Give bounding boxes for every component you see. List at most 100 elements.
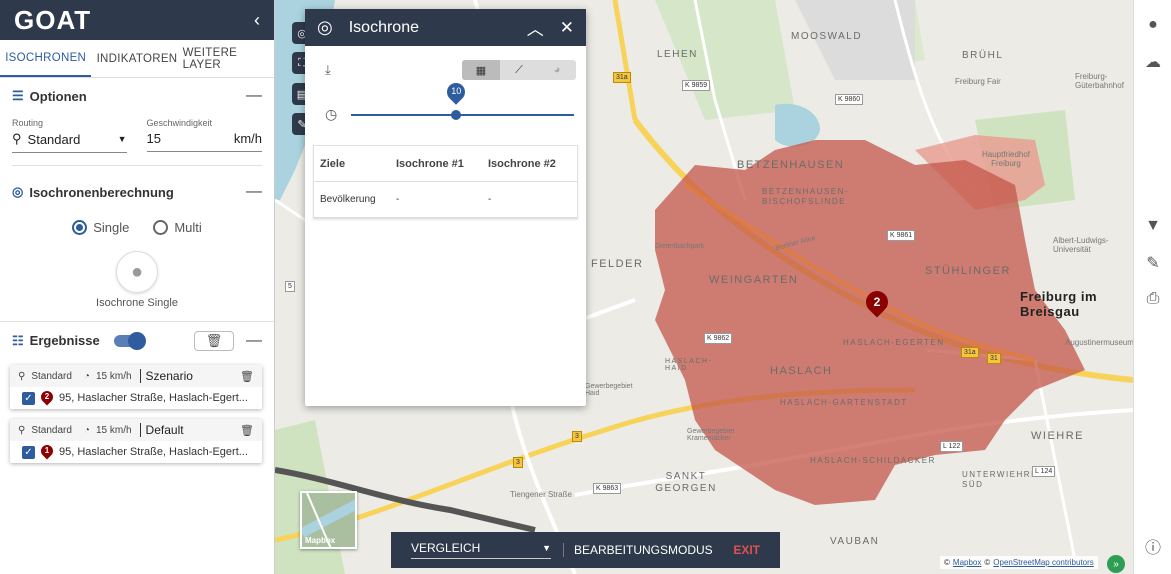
results-toggle[interactable] [113, 331, 146, 350]
radio-single-label: Single [93, 220, 130, 235]
tab-weitere-layer[interactable]: WEITERE LAYER [183, 40, 274, 77]
trash-icon[interactable]: 🗑 [240, 370, 254, 383]
radio-single[interactable]: Single [72, 220, 129, 235]
basemap-switcher[interactable]: Mapbox [300, 491, 357, 549]
isochrone-single-button[interactable]: ● [116, 251, 158, 293]
sliders-icon: ☰ [12, 88, 24, 103]
clock-icon: ◷ [325, 106, 338, 122]
edit-mode-button[interactable]: BEARBEITUNGSMODUS [563, 543, 733, 557]
map-label-gewerbe-kramer: Gewerbegebiet Kramemacker [687, 428, 735, 442]
result-card[interactable]: ⚲ Standard ◔ 15 km/h Default 🗑 ✓ 1 95, H… [10, 419, 262, 463]
slider-thumb[interactable] [451, 109, 462, 120]
radio-unchecked-icon [153, 220, 169, 235]
compare-select[interactable]: VERGLEICH ▼ [411, 541, 551, 559]
speedometer-icon: ◔ [83, 424, 90, 436]
map-label-wiehre: WIEHRE [1031, 430, 1084, 442]
isochrone-panel: ◎ Isochrone ︿ ✕ ⤓ ▦ ⟋ ◕ ◷ 10 Ziele Isoch… [305, 9, 586, 406]
chart-view-button[interactable]: ⟋ [500, 60, 538, 80]
map-label-uni: Albert-Ludwigs-Universität [1053, 236, 1109, 254]
osm-link[interactable]: OpenStreetMap contributors [993, 558, 1094, 567]
map-label-stuhlinger: STÜHLINGER [925, 265, 1011, 277]
print-icon[interactable]: ⎙ [1134, 284, 1171, 314]
chevron-up-icon[interactable]: ︿ [527, 15, 544, 40]
sidebar-tabs: ISOCHRONEN INDIKATOREN WEITERE LAYER [0, 40, 274, 78]
result-speed: 15 km/h [95, 424, 132, 436]
tab-indikatoren[interactable]: INDIKATOREN [91, 40, 182, 77]
calc-title: Isochronenberechnung [29, 184, 174, 200]
results-title: Ergebnisse [29, 333, 100, 348]
speed-unit: km/h [233, 131, 262, 146]
road-badge-l122: L 122 [940, 441, 964, 452]
table-view-button[interactable]: ▦ [462, 60, 500, 80]
filter-icon[interactable]: ▼ [1134, 211, 1171, 241]
routing-field[interactable]: Routing ⚲ Standard ▼ [12, 118, 127, 153]
table-cell: - [396, 194, 400, 205]
close-icon[interactable]: ✕ [560, 18, 574, 38]
road-badge-b31a: 31a [613, 72, 631, 83]
divider [12, 165, 262, 166]
cloud-icon[interactable]: ☁ [1134, 47, 1171, 77]
user-icon[interactable]: ● [1134, 10, 1171, 40]
isochrone-table: Ziele Isochrone #1 Isochrone #2 Bevölker… [313, 145, 578, 219]
map-label-mooswald: MOOSWALD [791, 31, 863, 42]
logo-bar: GOAT ‹ [0, 0, 274, 40]
map-label-bruhl: BRÜHL [962, 50, 1004, 61]
map-label-hauptfriedhof: Hauptfriedhof Freiburg [981, 150, 1031, 168]
table-header: Ziele [320, 157, 346, 170]
download-icon[interactable]: ⤓ [325, 62, 331, 78]
result-checkbox[interactable]: ✓ [22, 445, 35, 459]
radio-multi[interactable]: Multi [153, 220, 202, 235]
map-label-haslach: HASLACH [770, 365, 833, 377]
calc-mode-radios: Single Multi [0, 210, 274, 245]
edit-icon[interactable]: ✎ [1134, 248, 1171, 278]
tab-isochronen[interactable]: ISOCHRONEN [0, 40, 92, 77]
table-cell: - [488, 194, 492, 205]
map-label-lehen: LEHEN [657, 49, 698, 60]
map-label-unterwiehre-sud: UNTERWIEHRE-SÜD [962, 470, 1043, 489]
collapse-results-button[interactable]: — [246, 332, 262, 350]
chevron-left-icon[interactable]: ‹ [254, 10, 260, 31]
routing-value: Standard [27, 131, 81, 147]
bicycle-icon: ⚲ [12, 131, 22, 146]
options-section-head: ☰ Optionen — [0, 78, 274, 114]
list-icon: ☷ [12, 332, 24, 348]
result-card[interactable]: ⚲ Standard ◔ 15 km/h Szenario 🗑 ✓ 2 95, … [10, 365, 262, 409]
road-badge-b5: 5 [285, 281, 295, 292]
pie-view-button[interactable]: ◕ [538, 60, 576, 80]
line-chart-icon: ⟋ [515, 63, 523, 76]
trash-icon[interactable]: 🗑 [240, 424, 254, 437]
table-icon: ▦ [475, 64, 487, 77]
routing-row: Routing ⚲ Standard ▼ Geschwindigkeit 15 … [0, 114, 274, 157]
road-badge-k9859: K 9859 [682, 80, 711, 91]
pie-chart-icon: ◕ [553, 64, 561, 76]
routing-label: Routing [12, 118, 44, 128]
result-address: 95, Haslacher Straße, Haslach-Egert... [59, 392, 248, 404]
time-slider[interactable]: 10 [351, 78, 574, 120]
map-marker[interactable]: 2 [861, 286, 893, 321]
road-badge-k9863: K 9863 [593, 483, 622, 494]
result-checkbox[interactable]: ✓ [22, 391, 35, 405]
trash-icon: 🗑 [205, 332, 223, 348]
speed-field[interactable]: Geschwindigkeit 15 km/h [146, 118, 262, 153]
map-attribution: © Mapbox © OpenStreetMap contributors [940, 556, 1098, 569]
result-address: 95, Haslacher Straße, Haslach-Egert... [59, 446, 248, 458]
radio-multi-label: Multi [174, 220, 202, 235]
results-section-head: ☷ Ergebnisse 🗑 — [0, 321, 274, 359]
right-toolbar: ● ☁ ▼ ✎ ⎙ ⓘ [1133, 0, 1171, 574]
table-cell: Bevölkerung [320, 194, 376, 205]
road-badge-k9860: K 9860 [835, 94, 864, 105]
mapbox-link[interactable]: Mapbox [953, 558, 981, 567]
speedometer-icon: ◔ [83, 370, 90, 382]
info-icon[interactable]: ⓘ [1134, 531, 1171, 561]
map-label-felder: FELDER [591, 258, 644, 270]
table-header: Isochrone #2 [488, 157, 556, 170]
collapse-calc-button[interactable]: — [246, 183, 262, 201]
collapse-options-button[interactable]: — [246, 87, 262, 105]
delete-all-button[interactable]: 🗑 [194, 330, 234, 351]
bicycle-icon: ⚲ [18, 370, 26, 382]
bicycle-icon: ⚲ [18, 424, 26, 436]
copyright-mark: © [944, 558, 950, 567]
attribution-toggle-button[interactable]: » [1107, 555, 1125, 573]
bottom-bar: VERGLEICH ▼ BEARBEITUNGSMODUS EXIT [391, 532, 780, 568]
exit-button[interactable]: EXIT [733, 543, 760, 557]
